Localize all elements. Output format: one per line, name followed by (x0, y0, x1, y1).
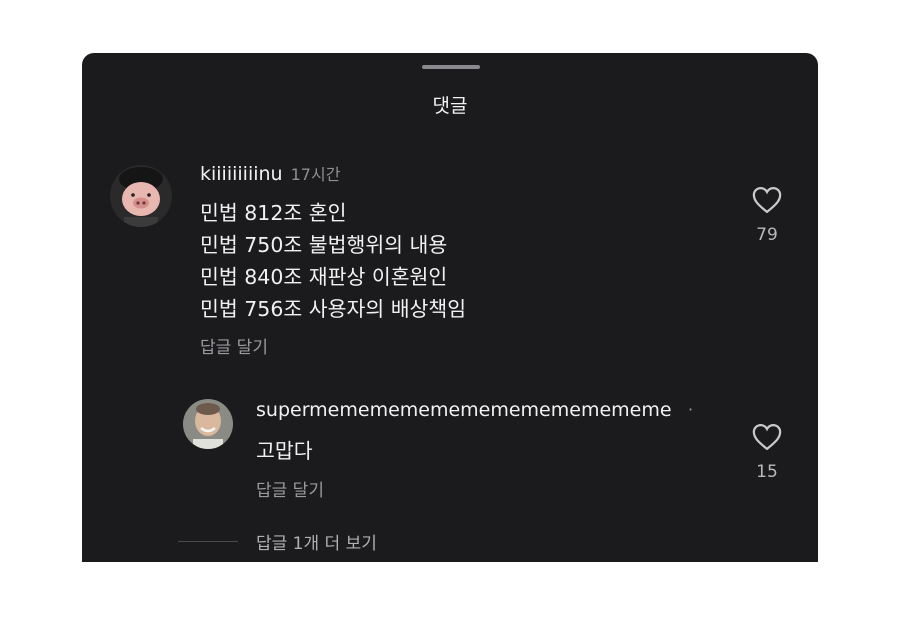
avatar[interactable] (110, 165, 172, 227)
reply-dot: · (688, 400, 694, 419)
drag-handle[interactable] (422, 65, 480, 69)
divider (178, 541, 238, 542)
heart-icon[interactable] (752, 423, 782, 455)
reply-button[interactable]: 답글 달기 (256, 476, 324, 501)
comments-sheet: 댓글 kiiiiiiiiinu 17시간 민법 812조 혼인 민법 750조 불… (82, 53, 818, 562)
heart-icon[interactable] (752, 186, 782, 218)
reply-username[interactable]: supermemememememememememememe (256, 399, 672, 421)
comment-line: 민법 756조 사용자의 배상책임 (200, 297, 467, 321)
comment-line: 민법 750조 불법행위의 내용 (200, 233, 448, 257)
avatar[interactable] (183, 399, 233, 449)
comment-line: 민법 840조 재판상 이혼원인 (200, 265, 448, 289)
sheet-title: 댓글 (432, 95, 468, 117)
like-count: 79 (756, 225, 778, 245)
comment-username[interactable]: kiiiiiiiiinu (200, 163, 283, 185)
comment-time: 17시간 (290, 165, 341, 184)
comment-line: 민법 812조 혼인 (200, 201, 347, 225)
view-more-replies-button[interactable]: 답글 1개 더 보기 (256, 529, 377, 554)
reply-body: 고맙다 (256, 439, 313, 463)
like-count: 15 (756, 462, 778, 482)
comment-body: 민법 812조 혼인 민법 750조 불법행위의 내용 민법 840조 재판상 … (200, 197, 466, 325)
reply-button[interactable]: 답글 달기 (200, 333, 268, 358)
comment-header: kiiiiiiiiinu 17시간 (200, 161, 340, 185)
